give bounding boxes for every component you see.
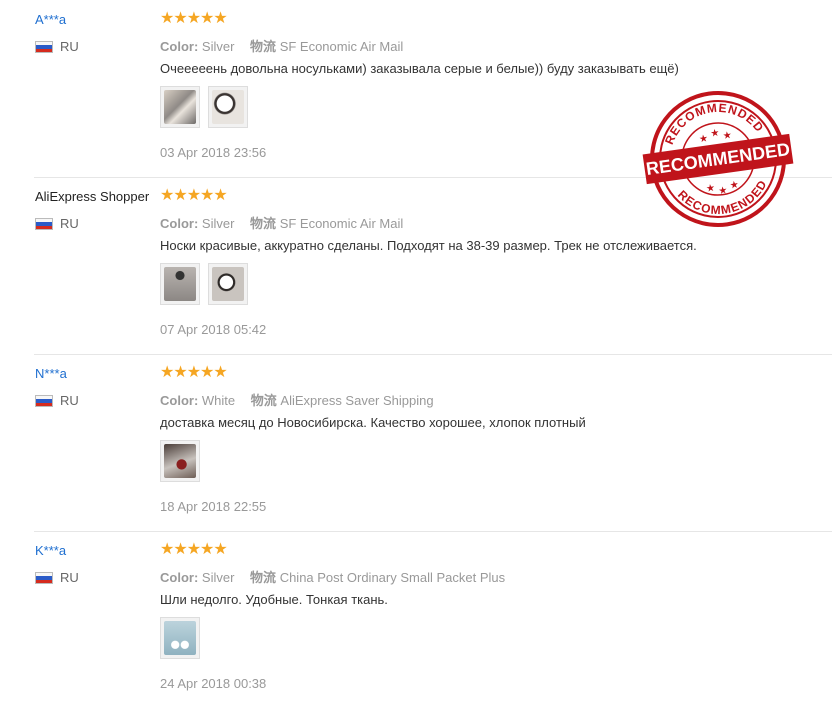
review-item: N***a RU ★★★★★ Color: White 物流 AliExpres…: [0, 354, 832, 531]
review-date: 03 Apr 2018 23:56: [160, 145, 267, 160]
color-value: Silver: [201, 39, 235, 54]
russia-flag-icon: [35, 218, 53, 230]
reviewer-country: RU: [60, 570, 79, 585]
shipping-value: AliExpress Saver Shipping: [280, 393, 434, 408]
review-item: K***a RU ★★★★★ Color: Silver 物流 China Po…: [0, 531, 832, 708]
review-photos: [160, 263, 252, 307]
review-photo-thumbnail[interactable]: [160, 263, 200, 305]
shipping-label: 物流: [250, 570, 277, 585]
rating-stars: ★★★★★: [160, 541, 228, 558]
reviewer-country: RU: [60, 393, 79, 408]
russia-flag-icon: [35, 572, 53, 584]
reviewer-name[interactable]: AliExpress Shopper: [35, 189, 149, 204]
review-photos: [160, 440, 204, 484]
reviewer-country: RU: [60, 39, 79, 54]
review-date: 07 Apr 2018 05:42: [160, 322, 267, 337]
order-info: Color: Silver 物流 SF Economic Air Mail: [160, 36, 403, 55]
review-photo-thumbnail[interactable]: [160, 617, 200, 659]
order-info: Color: White 物流 AliExpress Saver Shippin…: [160, 390, 434, 409]
review-photo-thumbnail[interactable]: [208, 86, 249, 128]
color-value: Silver: [201, 570, 235, 585]
shipping-label: 物流: [250, 39, 277, 54]
review-photo-thumbnail[interactable]: [208, 263, 249, 305]
shipping-value: SF Economic Air Mail: [279, 216, 404, 231]
shipping-value: SF Economic Air Mail: [279, 39, 404, 54]
color-label: Color:: [160, 570, 199, 585]
order-info: Color: Silver 物流 China Post Ordinary Sma…: [160, 567, 505, 586]
shipping-label: 物流: [250, 393, 277, 408]
review-date: 18 Apr 2018 22:55: [160, 499, 267, 514]
star-icon: ★: [729, 179, 739, 191]
color-value: White: [201, 393, 236, 408]
russia-flag-icon: [35, 395, 53, 407]
review-text: Очееееень довольна носульками) заказывал…: [160, 61, 679, 76]
star-icon: ★: [718, 185, 728, 197]
star-icon: ★: [698, 133, 708, 145]
star-icon: ★: [710, 128, 720, 140]
shipping-label: 物流: [250, 216, 277, 231]
rating-stars: ★★★★★: [160, 10, 228, 27]
reviewer-name[interactable]: K***a: [35, 543, 66, 558]
color-label: Color:: [160, 39, 199, 54]
reviewer-name[interactable]: A***a: [35, 12, 66, 27]
color-label: Color:: [160, 216, 199, 231]
reviewer-country: RU: [60, 216, 79, 231]
rating-stars: ★★★★★: [160, 187, 228, 204]
color-label: Color:: [160, 393, 199, 408]
color-value: Silver: [201, 216, 235, 231]
review-photo-thumbnail[interactable]: [160, 440, 200, 482]
reviewer-name[interactable]: N***a: [35, 366, 67, 381]
russia-flag-icon: [35, 41, 53, 53]
review-text: доставка месяц до Новосибирска. Качество…: [160, 415, 586, 430]
star-icon: ★: [722, 130, 732, 142]
shipping-value: China Post Ordinary Small Packet Plus: [279, 570, 506, 585]
review-date: 24 Apr 2018 00:38: [160, 676, 267, 691]
rating-stars: ★★★★★: [160, 364, 228, 381]
order-info: Color: Silver 物流 SF Economic Air Mail: [160, 213, 403, 232]
review-photos: [160, 617, 204, 661]
recommended-stamp: RECOMMENDED RECOMMENDED ★ ★ ★ ★ ★ ★ RECO…: [642, 91, 794, 227]
review-photo-thumbnail[interactable]: [160, 86, 200, 128]
review-photos: [160, 86, 252, 130]
review-text: Носки красивые, аккуратно сделаны. Подхо…: [160, 238, 697, 253]
star-icon: ★: [705, 183, 715, 195]
review-text: Шли недолго. Удобные. Тонкая ткань.: [160, 592, 388, 607]
